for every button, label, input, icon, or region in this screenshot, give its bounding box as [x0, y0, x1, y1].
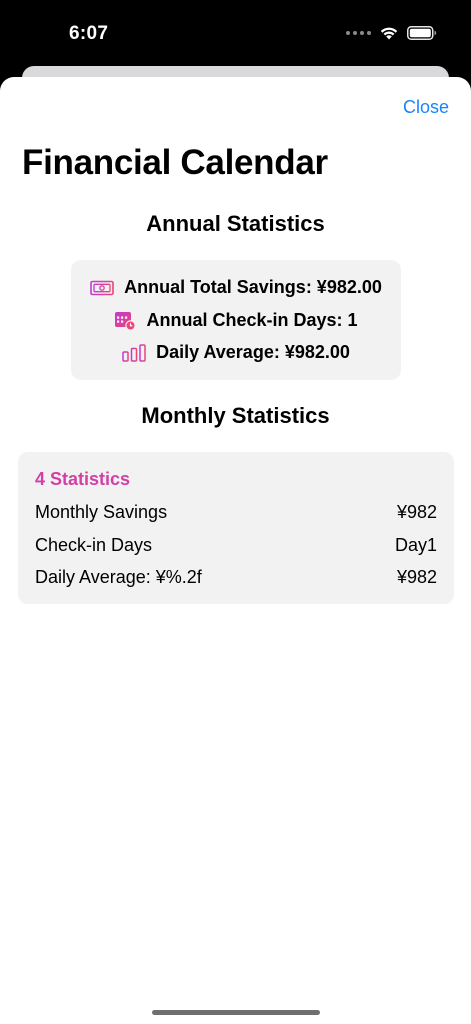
annual-daily-average-text: Daily Average: ¥982.00	[156, 342, 350, 362]
monthly-statistics-title: Monthly Statistics	[141, 403, 330, 428]
annual-total-savings-text: Annual Total Savings: ¥982.00	[124, 277, 382, 297]
stat-value: ¥982	[396, 502, 437, 522]
stat-label: Monthly Savings	[35, 502, 168, 522]
annual-daily-average-row: Daily Average: ¥982.00	[71, 342, 401, 363]
wifi-icon	[380, 27, 398, 40]
stat-label: Check-in Days	[35, 535, 153, 555]
financial-calendar-sheet: Close Financial Calendar Annual Statisti…	[0, 77, 471, 1024]
stat-value: Day1	[394, 535, 437, 555]
cellular-signal-icon	[346, 30, 371, 35]
status-bar: 6:07	[0, 0, 471, 70]
daily-average-row: Daily Average: ¥%.2f ¥982	[35, 567, 437, 588]
annual-statistics-title: Annual Statistics	[146, 211, 325, 236]
annual-total-savings-row: Annual Total Savings: ¥982.00	[71, 277, 401, 298]
battery-icon	[407, 25, 437, 40]
stat-value: ¥982	[396, 567, 437, 587]
status-icons	[346, 25, 437, 40]
home-indicator[interactable]	[152, 1010, 320, 1015]
bar-chart-icon	[122, 343, 146, 362]
annual-statistics-card: Annual Total Savings: ¥982.00 Annual Che…	[71, 260, 401, 380]
close-button[interactable]: Close	[403, 97, 449, 118]
calendar-icon	[114, 311, 137, 331]
check-in-days-row: Check-in Days Day1	[35, 535, 437, 556]
status-time: 6:07	[69, 23, 109, 44]
annual-check-in-days-row: Annual Check-in Days: 1	[71, 310, 401, 331]
monthly-savings-row: Monthly Savings ¥982	[35, 502, 437, 523]
annual-check-in-days-text: Annual Check-in Days: 1	[146, 310, 358, 330]
month-label: 4 Statistics	[35, 469, 131, 489]
stat-label: Daily Average: ¥%.2f	[35, 567, 202, 587]
money-icon	[90, 280, 114, 296]
page-title: Financial Calendar	[22, 143, 328, 182]
monthly-statistics-card: 4 Statistics Monthly Savings ¥982 Check-…	[18, 452, 454, 604]
